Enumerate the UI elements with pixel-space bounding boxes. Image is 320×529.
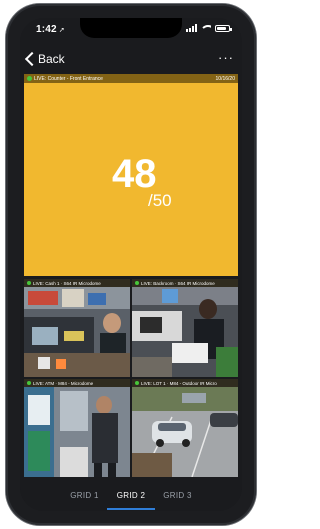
camera-label: LIVE: ATM · M84 - Microdome	[33, 380, 94, 386]
camera-feed-image	[24, 387, 130, 477]
live-indicator-icon	[27, 76, 32, 81]
tab-grid-2[interactable]: GRID 2	[106, 491, 156, 510]
phone-frame: 1:42 ➚ Back ··· LIVE: Counter - Front Ent…	[6, 4, 256, 525]
status-icons	[186, 24, 232, 32]
notch	[80, 18, 182, 38]
occupancy-count: 48	[112, 152, 157, 196]
live-indicator-icon	[135, 381, 139, 385]
camera-label: LIVE: LOT 1 · M84 - Outdoor IR Micro	[141, 380, 217, 386]
tab-grid-1[interactable]: GRID 1	[70, 491, 98, 500]
live-indicator-icon	[27, 381, 31, 385]
camera-label: LIVE: Cash 1 · S64 IR Microdome	[33, 280, 101, 286]
live-indicator-icon	[27, 281, 31, 285]
camera-tile-lot-1[interactable]: LIVE: LOT 1 · M84 - Outdoor IR Micro	[132, 379, 238, 477]
battery-icon	[215, 24, 232, 32]
location-arrow-icon: ➚	[58, 27, 65, 34]
counter-live-bar: LIVE: Counter - Front Entrance 10/16/20	[24, 74, 238, 83]
more-options-button[interactable]: ···	[218, 50, 234, 65]
grid-tab-bar: GRID 1 GRID 2 GRID 3	[20, 484, 242, 511]
app-screen: 1:42 ➚ Back ··· LIVE: Counter - Front Ent…	[20, 18, 242, 511]
wifi-icon	[201, 24, 211, 32]
counter-date: 10/16/20	[215, 75, 235, 82]
back-button[interactable]: Back	[24, 52, 65, 66]
counter-camera-label: LIVE: Counter - Front Entrance	[34, 75, 103, 82]
occupancy-capacity: /50	[148, 191, 172, 210]
camera-feed-image	[132, 387, 238, 477]
back-label: Back	[38, 52, 65, 66]
cellular-signal-icon	[186, 24, 197, 32]
camera-live-bar: LIVE: Backroom · S64 IR Microdome	[132, 279, 238, 287]
camera-grid: LIVE: Cash 1 · S64 IR Microdome LIVE: Ba…	[24, 279, 238, 479]
status-time: 1:42 ➚	[36, 24, 65, 35]
camera-tile-cash-1[interactable]: LIVE: Cash 1 · S64 IR Microdome	[24, 279, 130, 377]
nav-bar: Back ···	[20, 48, 242, 74]
camera-tile-backroom[interactable]: LIVE: Backroom · S64 IR Microdome	[132, 279, 238, 377]
chevron-left-icon	[24, 52, 34, 66]
occupancy-counter-tile[interactable]: LIVE: Counter - Front Entrance 10/16/20 …	[24, 74, 238, 276]
camera-live-bar: LIVE: Cash 1 · S64 IR Microdome	[24, 279, 130, 287]
live-indicator-icon	[135, 281, 139, 285]
tab-grid-3[interactable]: GRID 3	[163, 491, 191, 500]
camera-label: LIVE: Backroom · S64 IR Microdome	[141, 280, 215, 286]
camera-feed-image	[24, 287, 130, 377]
camera-live-bar: LIVE: LOT 1 · M84 - Outdoor IR Micro	[132, 379, 238, 387]
camera-feed-image	[132, 287, 238, 377]
camera-live-bar: LIVE: ATM · M84 - Microdome	[24, 379, 130, 387]
status-time-text: 1:42	[36, 24, 57, 35]
camera-tile-atm[interactable]: LIVE: ATM · M84 - Microdome	[24, 379, 130, 477]
